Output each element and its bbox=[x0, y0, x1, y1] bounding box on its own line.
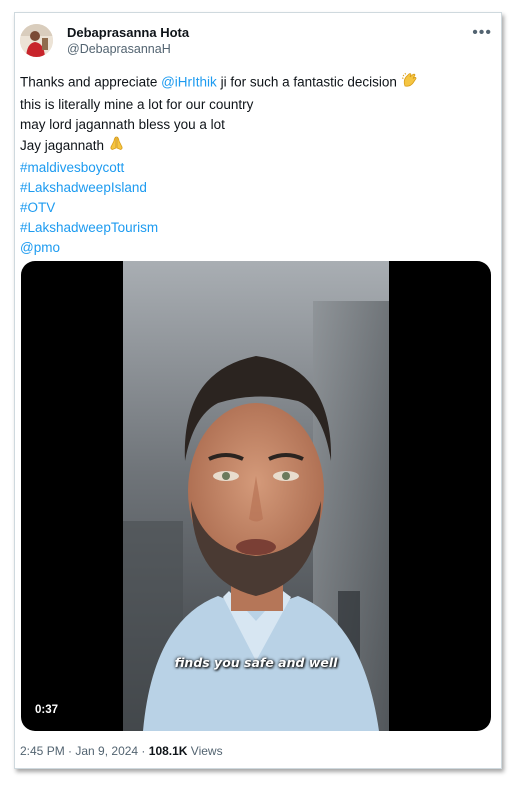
author-handle[interactable]: @DebaprasannaH bbox=[67, 41, 189, 58]
tweet-header: Debaprasanna Hota @DebaprasannaH ••• bbox=[20, 24, 496, 64]
tweet-line-1: Thanks and appreciate @iHrIthik ji for s… bbox=[20, 71, 490, 95]
meta-separator: · bbox=[64, 744, 76, 758]
hashtag-link[interactable]: #LakshadweepTourism bbox=[20, 218, 490, 238]
hashtag-link[interactable]: #maldivesboycott bbox=[20, 158, 490, 178]
author-display-name[interactable]: Debaprasanna Hota bbox=[67, 25, 189, 41]
video-caption: finds you safe and well bbox=[174, 655, 338, 670]
more-options-icon[interactable]: ••• bbox=[472, 24, 492, 42]
tweet-card: Debaprasanna Hota @DebaprasannaH ••• Tha… bbox=[14, 12, 502, 769]
author-names: Debaprasanna Hota @DebaprasannaH bbox=[67, 25, 189, 58]
clapping-hands-icon bbox=[401, 71, 419, 95]
meta-separator: · bbox=[138, 744, 149, 758]
hashtag-link[interactable]: #OTV bbox=[20, 198, 490, 218]
tweet-date[interactable]: Jan 9, 2024 bbox=[75, 744, 138, 758]
video-player[interactable]: finds you safe and well 0:37 bbox=[21, 261, 491, 731]
tweet-text-segment: Thanks and appreciate bbox=[20, 74, 162, 90]
tweet-meta: 2:45 PM · Jan 9, 2024 · 108.1K Views bbox=[20, 744, 223, 758]
tweet-line-4: Jay jagannath bbox=[20, 135, 490, 158]
avatar-image bbox=[20, 24, 53, 57]
video-frame[interactable]: finds you safe and well bbox=[123, 261, 389, 731]
mention-link[interactable]: @iHrIthik bbox=[161, 75, 217, 90]
hashtag-link[interactable]: #LakshadweepIsland bbox=[20, 178, 490, 198]
tweet-text: Thanks and appreciate @iHrIthik ji for s… bbox=[20, 71, 490, 258]
tweet-text-segment: Jay jagannath bbox=[20, 138, 105, 154]
tweet-time[interactable]: 2:45 PM bbox=[20, 744, 65, 758]
avatar[interactable] bbox=[20, 24, 53, 57]
tweet-line-2: this is literally mine a lot for our cou… bbox=[20, 97, 254, 112]
mention-link[interactable]: @pmo bbox=[20, 238, 490, 258]
views-label: Views bbox=[187, 744, 223, 758]
views-count: 108.1K bbox=[148, 744, 188, 758]
tweet-text-segment: ji for such a fantastic decision bbox=[216, 74, 397, 90]
video-duration-badge: 0:37 bbox=[30, 702, 64, 718]
tweet-line-3: may lord jagannath bless you a lot bbox=[20, 117, 225, 132]
folded-hands-icon bbox=[108, 135, 125, 158]
